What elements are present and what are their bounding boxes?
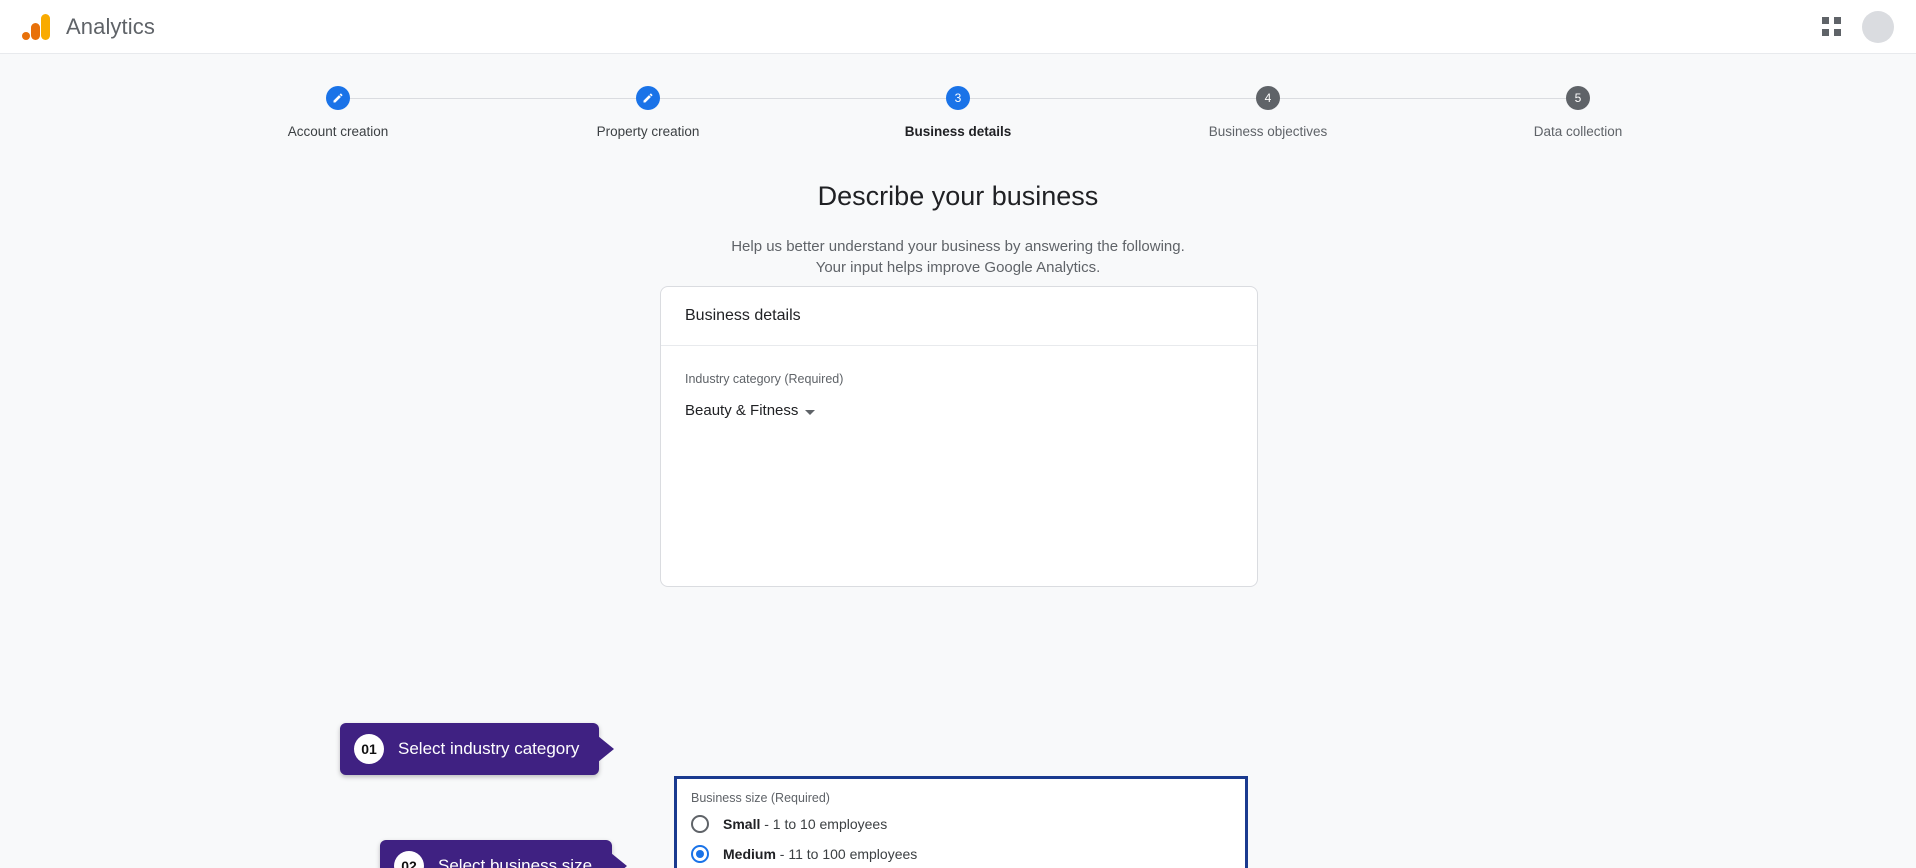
callout-number: 02	[394, 851, 424, 868]
step-business-details[interactable]: 3 Business details	[843, 86, 1073, 139]
step-label: Business objectives	[1208, 124, 1328, 139]
radio-label-name: Small	[723, 816, 761, 832]
callout-step-02: 02 Select business size	[380, 840, 628, 868]
callout-text: Select industry category	[398, 739, 580, 758]
main-content: Describe your business Help us better un…	[0, 181, 1916, 278]
step-data-collection[interactable]: 5 Data collection	[1463, 86, 1693, 139]
callout-step-01: 01 Select industry category	[340, 723, 615, 775]
stepper-steps: Account creation Property creation 3 Bus…	[223, 86, 1693, 139]
card-header: Business details	[661, 287, 1257, 346]
radio-icon[interactable]	[691, 845, 709, 863]
business-size-field: Business size (Required) Small - 1 to 10…	[674, 776, 1248, 868]
brand: Analytics	[22, 12, 155, 42]
radio-label-detail: - 1 to 10 employees	[760, 816, 888, 832]
step-number: 3	[946, 86, 970, 110]
industry-category-label: Industry category (Required)	[685, 372, 844, 386]
business-size-label: Business size (Required)	[691, 791, 830, 805]
radio-label: Medium - 11 to 100 employees	[723, 846, 917, 862]
step-account-creation[interactable]: Account creation	[223, 86, 453, 139]
business-details-card: Business details Industry category (Requ…	[660, 286, 1258, 587]
pencil-icon	[636, 86, 660, 110]
callout-arrow-icon	[598, 736, 615, 762]
step-label: Business details	[904, 124, 1012, 139]
callout-number: 01	[354, 734, 384, 764]
step-property-creation[interactable]: Property creation	[533, 86, 763, 139]
setup-stepper: Account creation Property creation 3 Bus…	[223, 54, 1693, 139]
app-title: Analytics	[66, 13, 155, 39]
step-number: 5	[1566, 86, 1590, 110]
radio-icon[interactable]	[691, 815, 709, 833]
page-subtitle-line-1: Help us better understand your business …	[731, 238, 1185, 255]
radio-label: Small - 1 to 10 employees	[723, 816, 887, 832]
callout-arrow-icon	[611, 853, 628, 868]
business-details-section: Business details Industry category (Requ…	[0, 278, 1916, 868]
google-analytics-logo-icon	[22, 12, 52, 42]
step-label: Account creation	[287, 124, 389, 139]
page-subtitle-line-2: Your input helps improve Google Analytic…	[815, 259, 1101, 276]
step-number: 4	[1256, 86, 1280, 110]
industry-category-select[interactable]: Beauty & Fitness	[685, 402, 816, 419]
radio-label-detail: - 11 to 100 employees	[775, 846, 918, 862]
step-business-objectives[interactable]: 4 Business objectives	[1153, 86, 1383, 139]
industry-category-value: Beauty & Fitness	[685, 402, 799, 419]
topbar-actions	[1820, 10, 1894, 43]
top-app-bar: Analytics	[0, 0, 1916, 54]
chevron-down-icon	[805, 409, 816, 415]
pencil-icon	[326, 86, 350, 110]
page-title: Describe your business	[817, 181, 1099, 211]
page-subtitle: Help us better understand your business …	[0, 236, 1916, 278]
business-size-option-medium[interactable]: Medium - 11 to 100 employees	[691, 839, 1231, 868]
callout-text: Select business size	[438, 856, 593, 868]
card-body: Industry category (Required) Beauty & Fi…	[661, 346, 1257, 586]
apps-grid-icon[interactable]	[1820, 16, 1842, 38]
avatar[interactable]	[1862, 10, 1894, 43]
business-size-option-small[interactable]: Small - 1 to 10 employees	[691, 809, 1231, 839]
step-label: Property creation	[596, 124, 700, 139]
step-label: Data collection	[1533, 124, 1623, 139]
radio-label-name: Medium	[723, 846, 776, 862]
